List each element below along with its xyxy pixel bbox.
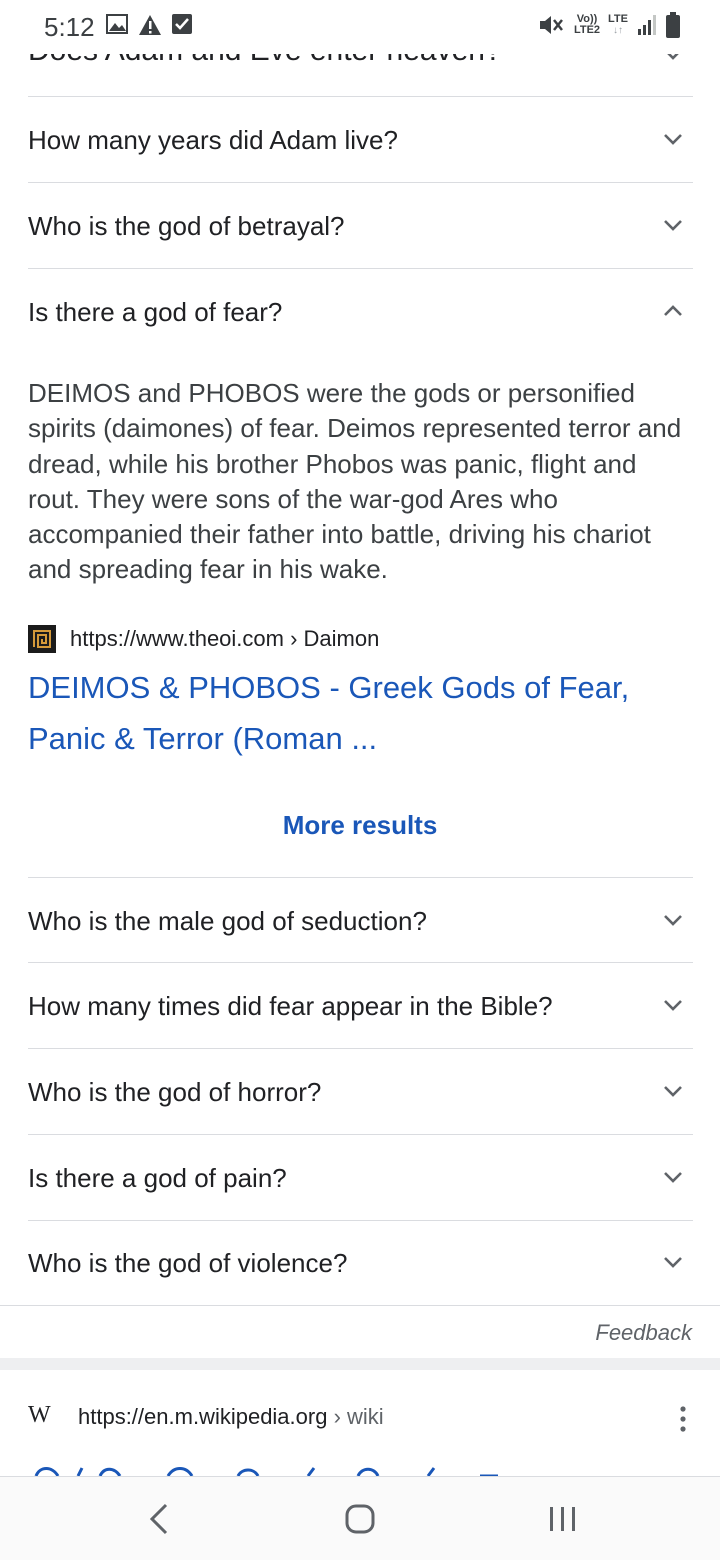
question-row-2[interactable]: Who is the god of betrayal? [28, 183, 693, 269]
source-url: https://www.theoi.com › Daimon [70, 626, 380, 651]
chevron-up-icon[interactable] [661, 299, 685, 323]
answer-snippet: DEIMOS and PHOBOS were the gods or perso… [28, 378, 682, 585]
status-bar: 5:12 Vo)) LTE2 LTE ↓↑ [0, 0, 720, 54]
wikipedia-domain: https://en.m.wikipedia.org [78, 1404, 328, 1429]
question-row-9[interactable]: Who is the god of violence? [28, 1220, 693, 1306]
theoi-favicon [28, 625, 56, 653]
wikipedia-crumb: › wiki [327, 1404, 384, 1429]
recents-button[interactable] [543, 1499, 583, 1539]
section-divider [0, 1358, 720, 1370]
lte2-label: LTE2 [573, 24, 601, 36]
wikipedia-url: https://en.m.wikipedia.org › wiki [78, 1404, 384, 1430]
chevron-down-icon[interactable] [661, 1165, 685, 1189]
chevron-down-icon[interactable] [661, 1250, 685, 1274]
wikipedia-logo: W [28, 1402, 51, 1428]
question-row-8[interactable]: Is there a god of pain? [28, 1135, 693, 1221]
question-row-expanded[interactable]: Is there a god of fear? [28, 269, 693, 355]
question-row-5[interactable]: Who is the male god of seduction? [28, 877, 693, 963]
warning-icon [139, 15, 161, 35]
mute-icon [539, 16, 563, 34]
chevron-down-icon[interactable] [661, 1079, 685, 1103]
back-button[interactable] [140, 1499, 180, 1539]
question-row-6[interactable]: How many times did fear appear in the Bi… [28, 963, 693, 1049]
chevron-down-icon[interactable] [661, 908, 685, 932]
chevron-down-icon[interactable] [661, 213, 685, 237]
question-text: Who is the god of betrayal? [28, 211, 345, 241]
chevron-down-icon[interactable] [661, 127, 685, 151]
question-row-7[interactable]: Who is the god of horror? [28, 1049, 693, 1135]
feedback-link[interactable]: Feedback [595, 1320, 692, 1346]
feedback-bar: Feedback [0, 1305, 720, 1359]
signal-icon [638, 15, 656, 35]
more-results-button[interactable]: More results [0, 810, 720, 841]
lte-label: LTE [608, 13, 628, 25]
question-text: Who is the god of horror? [28, 1077, 322, 1107]
question-text: How many years did Adam live? [28, 125, 398, 155]
question-text: Who is the god of violence? [28, 1248, 348, 1278]
home-button[interactable] [340, 1499, 380, 1539]
question-text: Is there a god of pain? [28, 1163, 287, 1193]
question-row-1[interactable]: How many years did Adam live? [28, 97, 693, 183]
answer-result-link[interactable]: DEIMOS & PHOBOS - Greek Gods of Fear, Pa… [28, 662, 668, 764]
question-text: Who is the male god of seduction? [28, 906, 427, 936]
question-text: Is there a god of fear? [28, 297, 283, 327]
answer-source[interactable]: https://www.theoi.com › Daimon [28, 624, 379, 654]
image-icon [106, 14, 128, 34]
status-time: 5:12 [44, 12, 95, 42]
battery-icon [666, 12, 680, 38]
question-text: How many times did fear appear in the Bi… [28, 991, 553, 1021]
chevron-down-icon[interactable] [661, 993, 685, 1017]
wikipedia-result[interactable]: W https://en.m.wikipedia.org › wiki [0, 1370, 720, 1480]
system-nav-bar [0, 1476, 720, 1560]
more-options-icon[interactable] [680, 1406, 686, 1432]
checkbox-icon [172, 14, 192, 34]
